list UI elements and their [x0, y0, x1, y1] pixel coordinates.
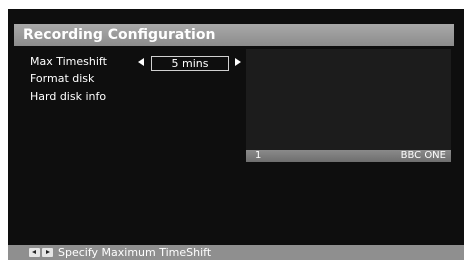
tv-screen: Recording Configuration Max Timeshift 5 … [8, 9, 464, 260]
menu-item-hard-disk-info[interactable]: Hard disk info [30, 89, 106, 105]
menu-item-format-disk[interactable]: Format disk [30, 71, 94, 87]
channel-name: BBC ONE [400, 150, 446, 161]
video-preview [246, 49, 451, 150]
page-title: Recording Configuration [14, 24, 454, 46]
arrow-right-icon[interactable] [235, 58, 241, 66]
menu-item-max-timeshift[interactable]: Max Timeshift [30, 54, 107, 70]
arrow-left-icon[interactable] [138, 58, 144, 66]
help-hint-text: Specify Maximum TimeShift [58, 246, 212, 259]
channel-number: 1 [255, 150, 262, 161]
max-timeshift-value[interactable]: 5 mins [151, 56, 229, 71]
arrow-right-key-icon [42, 248, 53, 257]
channel-info-bar: 1 BBC ONE [246, 150, 451, 162]
help-bar: Specify Maximum TimeShift [8, 245, 464, 260]
arrow-left-key-icon [29, 248, 40, 257]
